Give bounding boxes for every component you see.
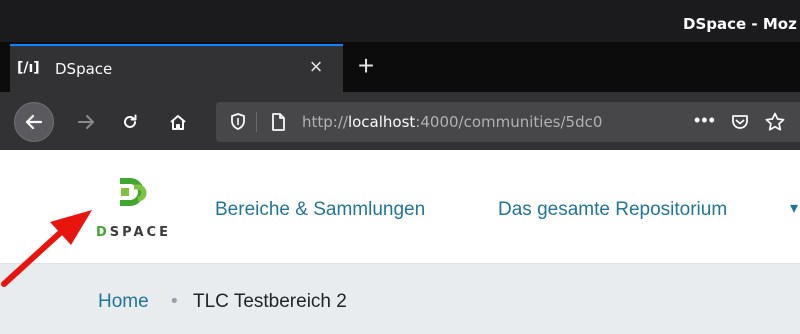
- window-titlebar: DSpace - Moz: [0, 0, 800, 42]
- window-title: DSpace - Moz: [683, 15, 797, 33]
- nav-communities-collections-link[interactable]: Bereiche & Sammlungen: [215, 199, 425, 221]
- tab-title: DSpace: [55, 60, 113, 78]
- breadcrumb-current: TLC Testbereich 2: [193, 291, 347, 312]
- bookmark-star-icon[interactable]: [764, 111, 786, 133]
- close-tab-icon[interactable]: ×: [304, 55, 328, 79]
- page-actions-menu-icon[interactable]: •••: [694, 110, 716, 131]
- url-scheme: http://: [302, 113, 348, 131]
- url-host: localhost: [347, 113, 416, 131]
- breadcrumb-home-link[interactable]: Home: [98, 291, 149, 313]
- forward-button[interactable]: [68, 102, 104, 142]
- reload-icon: [124, 114, 137, 128]
- dspace-favicon-icon: [/ı]: [17, 60, 40, 76]
- reload-button[interactable]: [112, 102, 148, 142]
- tracking-shield-icon[interactable]: [228, 112, 248, 132]
- chevron-down-icon[interactable]: ▾: [790, 198, 798, 218]
- pocket-icon[interactable]: [730, 112, 750, 132]
- home-icon: [170, 115, 186, 130]
- breadcrumb-separator: •: [171, 291, 178, 312]
- back-button[interactable]: [14, 102, 54, 142]
- tab-dspace[interactable]: [/ı] DSpace ×: [10, 44, 343, 92]
- url-path: :4000/communities/5dc0: [415, 113, 603, 131]
- home-button[interactable]: [160, 102, 196, 142]
- logo-text-rest: SPACE: [109, 225, 171, 240]
- annotation-arrow-icon: [1, 210, 92, 287]
- arrow-left-icon: [25, 114, 43, 130]
- page-info-icon[interactable]: [268, 112, 288, 132]
- url-divider: [256, 112, 257, 132]
- url-text[interactable]: http://localhost:4000/communities/5dc0: [302, 113, 602, 131]
- dspace-logo-text[interactable]: DSPACE: [96, 225, 171, 240]
- nav-browse-repository-link[interactable]: Das gesamte Repositorium: [498, 199, 727, 221]
- arrow-right-icon: [78, 115, 94, 129]
- url-bar[interactable]: http://localhost:4000/communities/5dc0 •…: [216, 102, 800, 142]
- new-tab-button[interactable]: +: [352, 52, 380, 80]
